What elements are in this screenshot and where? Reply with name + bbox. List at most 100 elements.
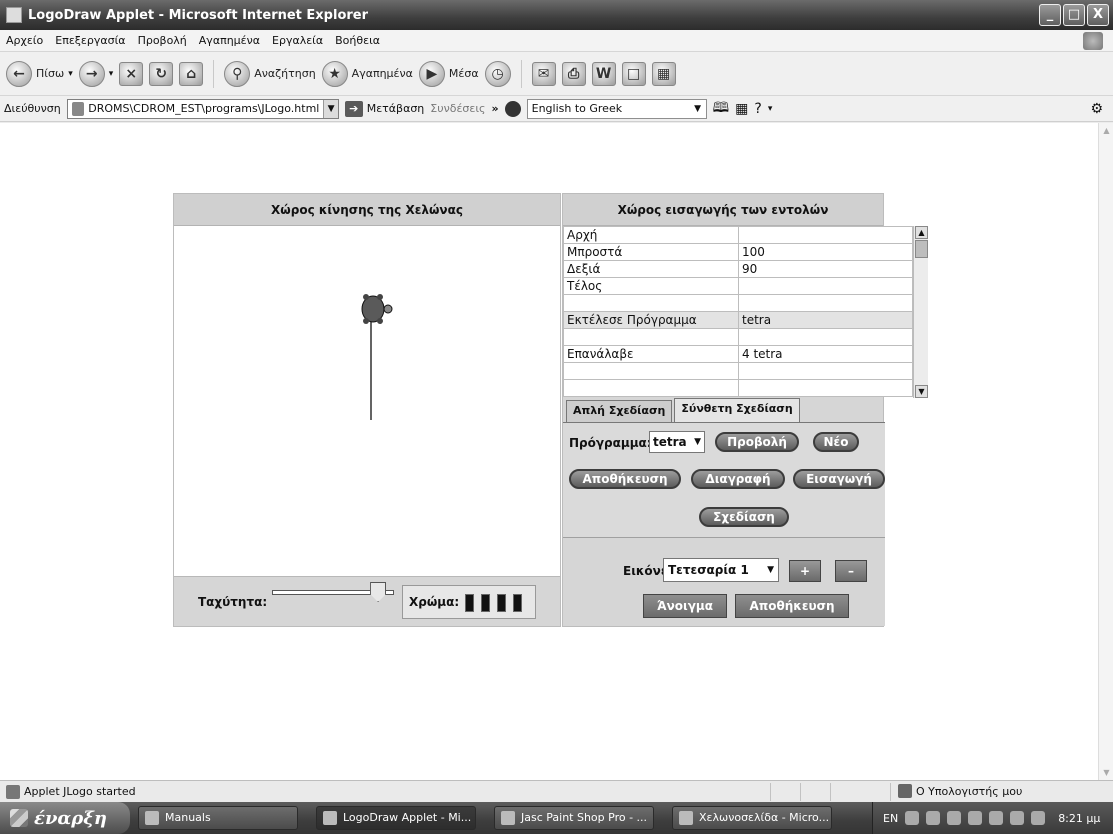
new-button[interactable]: Νέο — [813, 432, 859, 452]
maximize-button[interactable]: □ — [1063, 4, 1085, 26]
scroll-down-icon[interactable]: ▼ — [915, 385, 928, 398]
command-cell[interactable] — [563, 379, 739, 397]
help-icon[interactable]: ? — [754, 101, 761, 117]
argument-cell[interactable] — [738, 226, 913, 244]
forward-dropdown-icon[interactable]: ▾ — [109, 69, 114, 79]
table-row[interactable] — [563, 362, 913, 380]
history-icon[interactable]: ◷ — [484, 60, 511, 87]
tray-input-icon[interactable] — [947, 811, 962, 825]
table-row[interactable]: Αρχή — [563, 226, 913, 244]
task-manuals[interactable]: Manuals — [138, 806, 298, 830]
address-dropdown-icon[interactable]: ▼ — [323, 99, 338, 118]
import-button[interactable]: Εισαγωγή — [793, 469, 885, 489]
table-row[interactable] — [563, 379, 913, 397]
scroll-up-icon[interactable]: ▲ — [1101, 125, 1112, 136]
translate-toolbar-icon[interactable]: ⚙ — [1090, 101, 1103, 117]
save-program-button[interactable]: Αποθήκευση — [569, 469, 681, 489]
remove-image-button[interactable]: – — [835, 560, 867, 582]
scroll-thumb[interactable] — [915, 240, 928, 258]
delete-button[interactable]: Διαγραφή — [691, 469, 785, 489]
page-scrollbar[interactable]: ▲ ▼ — [1098, 123, 1113, 780]
task-paint-shop[interactable]: Jasc Paint Shop Pro - ... — [494, 806, 654, 830]
menu-file[interactable]: Αρχείο — [6, 34, 43, 47]
menu-favorites[interactable]: Αγαπημένα — [199, 34, 260, 47]
tray-tools-icon[interactable] — [968, 811, 983, 825]
tray-volume-icon[interactable] — [1010, 811, 1025, 825]
open-image-button[interactable]: Άνοιγμα — [643, 594, 727, 618]
links-label[interactable]: Συνδέσεις — [430, 102, 485, 115]
refresh-icon[interactable]: ↻ — [149, 61, 174, 86]
argument-cell[interactable] — [738, 328, 913, 346]
command-cell[interactable]: Αρχή — [563, 226, 739, 244]
help-dropdown-icon[interactable]: ▾ — [768, 104, 773, 114]
tray-security-icon[interactable] — [1031, 811, 1046, 825]
argument-cell[interactable]: 4 tetra — [738, 345, 913, 363]
media-button[interactable]: ▶ Μέσα — [418, 60, 479, 87]
argument-cell[interactable] — [738, 362, 913, 380]
add-image-button[interactable]: + — [789, 560, 821, 582]
language-indicator[interactable]: EN — [883, 812, 898, 825]
command-cell[interactable] — [563, 328, 739, 346]
turtle-canvas[interactable] — [174, 226, 560, 576]
home-icon[interactable]: ⌂ — [179, 61, 204, 86]
address-input[interactable]: DROMS\CDROM_EST\programs\JLogo.html ▼ — [66, 98, 339, 119]
tray-help-icon[interactable] — [989, 811, 1004, 825]
command-cell[interactable]: Τέλος — [563, 277, 739, 295]
color-swatch[interactable] — [481, 594, 490, 612]
view-button[interactable]: Προβολή — [715, 432, 799, 452]
close-button[interactable]: X — [1087, 4, 1109, 26]
color-swatch[interactable] — [497, 594, 506, 612]
program-select[interactable]: tetra ▼ — [649, 431, 705, 453]
task-xelonoselida[interactable]: Χελωνοσελίδα - Micro... — [672, 806, 832, 830]
table-row[interactable]: Τέλος — [563, 277, 913, 295]
speed-slider-thumb[interactable] — [370, 582, 387, 602]
menu-tools[interactable]: Εργαλεία — [272, 34, 323, 47]
table-row[interactable]: Μπροστά 100 — [563, 243, 913, 261]
favorites-button[interactable]: ★ Αγαπημένα — [321, 60, 413, 87]
tray-network-icon[interactable] — [926, 811, 941, 825]
argument-cell[interactable] — [738, 294, 913, 312]
go-button[interactable]: ➔ Μετάβαση — [344, 100, 424, 117]
search-button[interactable]: ⚲ Αναζήτηση — [224, 60, 316, 87]
menu-view[interactable]: Προβολή — [138, 34, 187, 47]
scroll-down-icon[interactable]: ▼ — [1101, 767, 1112, 778]
save-image-button[interactable]: Αποθήκευση — [735, 594, 849, 618]
back-button[interactable]: ← Πίσω ▾ — [6, 60, 73, 87]
command-cell[interactable]: Επανάλαβε — [563, 345, 739, 363]
links-chevron-icon[interactable]: » — [492, 102, 499, 115]
tray-pen-icon[interactable] — [905, 811, 920, 825]
table-row[interactable] — [563, 328, 913, 346]
research-icon[interactable]: ▦ — [651, 61, 676, 86]
color-swatch[interactable] — [465, 594, 474, 612]
tab-simple-drawing[interactable]: Απλή Σχεδίαση — [566, 400, 673, 422]
command-table-scrollbar[interactable]: ▲ ▼ — [913, 226, 928, 398]
edit-word-icon[interactable]: W — [591, 61, 616, 86]
forward-button[interactable]: → ▾ — [78, 60, 114, 87]
command-cell[interactable]: Εκτέλεσε Πρόγραμμα — [563, 311, 739, 329]
argument-cell[interactable]: 90 — [738, 260, 913, 278]
scroll-up-icon[interactable]: ▲ — [915, 226, 928, 239]
minimize-button[interactable]: _ — [1039, 4, 1061, 26]
argument-cell[interactable] — [738, 277, 913, 295]
stop-icon[interactable]: × — [119, 61, 144, 86]
dictionary-icon[interactable]: ▦ — [735, 101, 748, 117]
print-icon[interactable]: ⎙ — [561, 61, 586, 86]
tab-complex-drawing[interactable]: Σύνθετη Σχεδίαση — [674, 398, 800, 422]
table-row[interactable]: Δεξιά 90 — [563, 260, 913, 278]
command-cell[interactable]: Δεξιά — [563, 260, 739, 278]
translate-select[interactable]: English to Greek ▼ — [526, 98, 707, 119]
menu-help[interactable]: Βοήθεια — [335, 34, 380, 47]
back-dropdown-icon[interactable]: ▾ — [68, 69, 73, 79]
task-logodraw[interactable]: LogoDraw Applet - Mi... — [316, 806, 476, 830]
argument-cell[interactable]: 100 — [738, 243, 913, 261]
start-button[interactable]: έναρξη — [0, 802, 130, 834]
command-cell[interactable] — [563, 294, 739, 312]
color-swatch[interactable] — [513, 594, 522, 612]
argument-cell[interactable] — [738, 379, 913, 397]
discuss-icon[interactable]: □ — [621, 61, 646, 86]
draw-button[interactable]: Σχεδίαση — [699, 507, 789, 527]
menu-edit[interactable]: Επεξεργασία — [55, 34, 125, 47]
command-cell[interactable]: Μπροστά — [563, 243, 739, 261]
book-icon[interactable]: 🕮 — [713, 97, 730, 121]
table-row[interactable] — [563, 294, 913, 312]
